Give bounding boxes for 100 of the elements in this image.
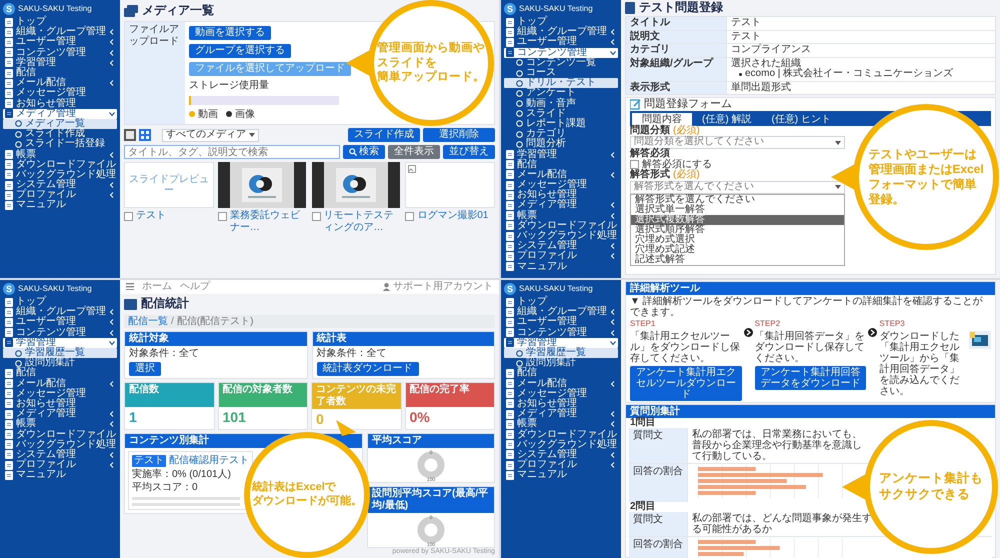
- sidebar-item[interactable]: お知らせ管理: [504, 190, 618, 200]
- sidebar-item[interactable]: バックグラウンド処理: [3, 440, 117, 450]
- sidebar-item[interactable]: 組織・グループ管理: [504, 27, 618, 38]
- checkbox[interactable]: [218, 212, 227, 221]
- media-name[interactable]: テスト: [136, 210, 166, 222]
- dropdown-option[interactable]: 選択式順序解答: [631, 224, 844, 235]
- sidebar-item[interactable]: ダウンロードファイル: [504, 220, 618, 231]
- checkbox[interactable]: [405, 212, 414, 221]
- sidebar-subitem[interactable]: アンケート: [504, 88, 618, 98]
- sidebar-item[interactable]: お知らせ管理: [504, 398, 618, 410]
- sidebar-item[interactable]: マニュアル: [504, 470, 618, 480]
- nav-link[interactable]: ホーム: [142, 281, 172, 292]
- sidebar-item[interactable]: コンテンツ管理: [3, 328, 117, 338]
- checkbox[interactable]: [312, 212, 320, 221]
- sidebar-item[interactable]: 組織・グループ管理: [504, 307, 618, 318]
- sidebar-item[interactable]: メール配信: [504, 170, 618, 180]
- media-filter-select[interactable]: すべてのメディア: [162, 128, 259, 142]
- sidebar-item[interactable]: 配信: [3, 68, 117, 78]
- media-name[interactable]: リモートテスティングのア…: [324, 210, 402, 233]
- sidebar-item[interactable]: メール配信: [3, 78, 117, 88]
- sidebar-item[interactable]: ダウンロードファイル: [3, 429, 117, 440]
- sidebar-item[interactable]: 配信: [3, 368, 117, 378]
- sidebar-item[interactable]: ユーザー管理: [3, 37, 117, 48]
- sidebar-item[interactable]: メディア管理: [504, 200, 618, 211]
- checkbox[interactable]: [630, 160, 639, 170]
- sidebar-item[interactable]: お知らせ管理: [3, 398, 117, 410]
- sidebar-item[interactable]: マニュアル: [504, 262, 618, 272]
- toolbar-button[interactable]: 検索: [343, 145, 385, 159]
- sidebar-item[interactable]: メッセージ管理: [504, 388, 618, 399]
- sidebar-item[interactable]: メッセージ管理: [3, 388, 117, 399]
- sidebar-item[interactable]: バックグラウンド処理: [504, 230, 618, 242]
- dropdown-option[interactable]: 穴埋め式選択: [631, 234, 844, 245]
- sidebar-item[interactable]: プロファイル: [3, 460, 117, 470]
- sidebar-item[interactable]: メッセージ管理: [504, 180, 618, 190]
- action-button[interactable]: 選択削除: [423, 128, 495, 142]
- sidebar-subitem[interactable]: 学習履歴一覧: [3, 348, 117, 358]
- sidebar-item[interactable]: メール配信: [504, 378, 618, 389]
- account-menu[interactable]: サポート用アカウント: [383, 281, 493, 292]
- sidebar-item[interactable]: 帳票: [504, 419, 618, 430]
- checkbox[interactable]: [124, 212, 133, 221]
- content-link[interactable]: 配信確認用テスト: [169, 455, 249, 466]
- sidebar-item[interactable]: 組織・グループ管理: [3, 27, 117, 38]
- sidebar-item[interactable]: システム管理: [504, 450, 618, 460]
- download-button[interactable]: アンケート集計用回答データをダウンロード: [754, 366, 866, 390]
- sidebar-item[interactable]: メール配信: [3, 378, 117, 389]
- sidebar-item[interactable]: 帳票: [504, 210, 618, 221]
- sidebar-item[interactable]: ユーザー管理: [3, 317, 117, 328]
- sidebar-item[interactable]: ユーザー管理: [504, 37, 618, 48]
- media-name[interactable]: ログマン撮影01: [417, 210, 488, 222]
- sidebar-subitem[interactable]: スライド作成: [3, 129, 117, 140]
- sidebar-subitem[interactable]: 設問別集計: [3, 358, 117, 368]
- sidebar-item[interactable]: メディア管理: [504, 409, 618, 420]
- tab[interactable]: (任意) ヒント: [761, 112, 841, 126]
- sidebar-item[interactable]: ユーザー管理: [504, 317, 618, 328]
- sidebar-item[interactable]: システム管理: [3, 450, 117, 460]
- sidebar-subitem[interactable]: 学習履歴一覧: [504, 348, 618, 358]
- sidebar-item[interactable]: メディア管理: [3, 409, 117, 420]
- select-field[interactable]: 解答形式を選んでください: [630, 180, 845, 194]
- media-name[interactable]: 業務委託ウェビナー…: [230, 210, 308, 233]
- sidebar-subitem[interactable]: ドリル・テスト: [504, 78, 618, 88]
- tab[interactable]: 問題内容: [632, 112, 692, 126]
- dropdown-option[interactable]: 解答形式を選んでください: [631, 194, 844, 205]
- sidebar-subitem[interactable]: スライド: [504, 108, 618, 119]
- sidebar-item[interactable]: 組織・グループ管理: [3, 307, 117, 318]
- sidebar-item[interactable]: バックグラウンド処理: [3, 170, 117, 180]
- sidebar-item[interactable]: 学習管理: [3, 58, 117, 68]
- sidebar-item[interactable]: プロファイル: [504, 251, 618, 262]
- sidebar-item[interactable]: マニュアル: [3, 470, 117, 480]
- sidebar-item[interactable]: 帳票: [3, 419, 117, 430]
- search-field[interactable]: タイトル、タグ、説明文で検索: [124, 145, 340, 159]
- sidebar-item[interactable]: 学習管理: [504, 149, 618, 160]
- dropdown-option[interactable]: 穴埋め式記述: [631, 244, 844, 255]
- sidebar-item[interactable]: マニュアル: [3, 200, 117, 211]
- sidebar-item[interactable]: 帳票: [3, 149, 117, 160]
- tab[interactable]: (任意) 解説: [692, 112, 762, 126]
- sidebar-subitem[interactable]: 問題分析: [504, 139, 618, 150]
- grid-view-icon[interactable]: [139, 129, 151, 141]
- sidebar-subitem[interactable]: コース: [504, 68, 618, 78]
- download-button[interactable]: アンケート集計用エクセルツールダウンロード: [630, 366, 742, 401]
- select-button[interactable]: グループを選択する: [189, 44, 291, 58]
- sidebar-item[interactable]: 配信: [504, 368, 618, 378]
- sidebar-item[interactable]: ダウンロードファイル: [3, 160, 117, 170]
- card-button[interactable]: 統計表ダウンロード: [316, 362, 418, 376]
- sidebar-item[interactable]: ダウンロードファイル: [504, 429, 618, 440]
- sidebar-item[interactable]: プロファイル: [3, 190, 117, 200]
- sidebar-subitem[interactable]: メディア一覧: [3, 118, 117, 130]
- sidebar-subitem[interactable]: スライド一括登録: [3, 139, 117, 150]
- sidebar-item[interactable]: バックグラウンド処理: [504, 440, 618, 450]
- sidebar-subitem[interactable]: 動画・音声: [504, 98, 618, 109]
- sidebar-subitem[interactable]: レポート課題: [504, 118, 618, 130]
- breadcrumb-link[interactable]: 配信一覧: [128, 316, 168, 327]
- action-button[interactable]: スライド作成: [348, 128, 420, 142]
- select-button[interactable]: 動画を選択する: [189, 26, 271, 40]
- sidebar-item[interactable]: コンテンツ管理: [3, 48, 117, 58]
- sidebar-item[interactable]: メッセージ管理: [3, 88, 117, 98]
- nav-link[interactable]: ヘルプ: [180, 281, 210, 292]
- card-button[interactable]: 選択: [129, 362, 161, 376]
- sidebar-item[interactable]: コンテンツ管理: [504, 328, 618, 338]
- sidebar-subitem[interactable]: 設問別集計: [504, 358, 618, 368]
- dropdown-option[interactable]: 選択式単一解答: [631, 204, 844, 215]
